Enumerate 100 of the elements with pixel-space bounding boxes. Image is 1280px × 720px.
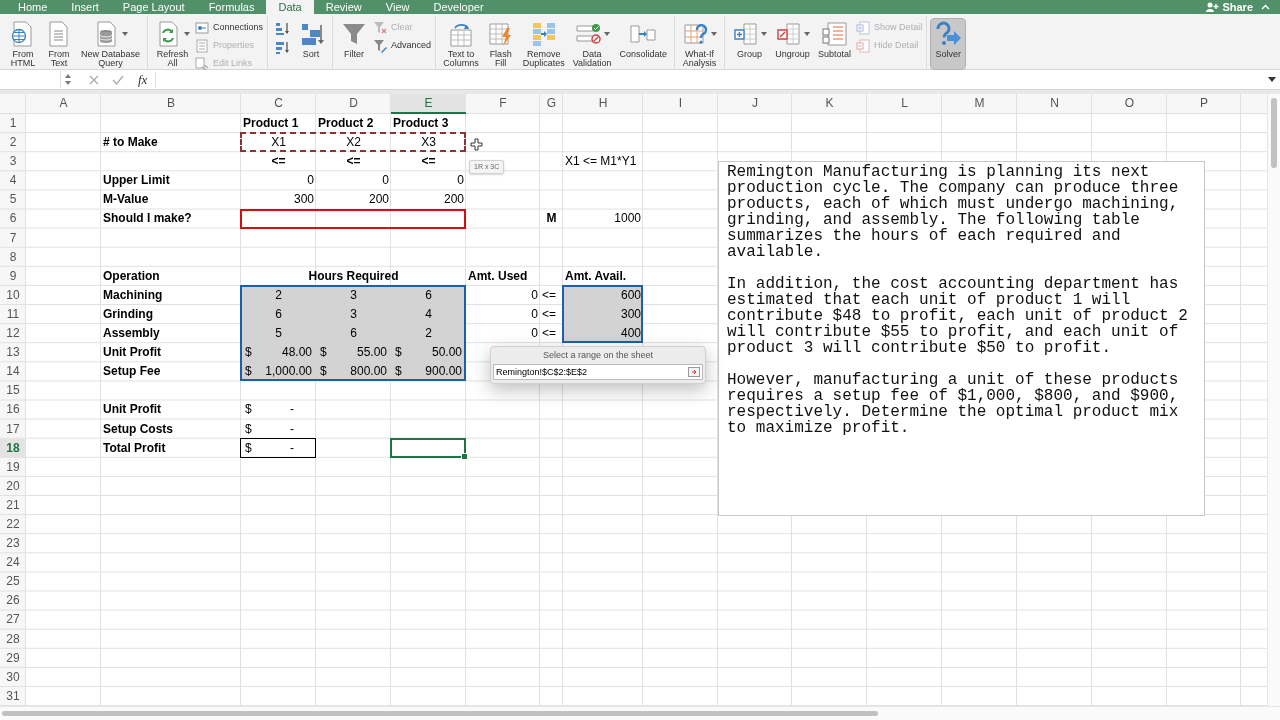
row-header[interactable]: 12 (0, 324, 26, 344)
sort-ascending-icon (275, 21, 290, 35)
row-header[interactable]: 2 (0, 133, 26, 153)
row-header[interactable]: 30 (0, 667, 26, 687)
ribbon-button[interactable]: Data Validation (569, 19, 615, 70)
row-header[interactable]: 15 (0, 381, 26, 401)
column-header[interactable]: I (643, 94, 718, 114)
ribbon-tab[interactable]: Page Layout (110, 0, 197, 14)
ribbon-tab[interactable]: Insert (59, 0, 111, 14)
column-header[interactable]: J (718, 94, 792, 114)
row-label: Grinding (102, 305, 154, 323)
paragraph: However, manufacturing a unit of these products requires a setup fee of $1,000, $800, and $900, respectively. Determine the optimal product mix to maximize profit. (727, 372, 1180, 436)
share-button[interactable]: Share (1200, 0, 1261, 14)
row-header[interactable]: 23 (0, 534, 26, 554)
ribbon-button[interactable]: Filter (337, 19, 372, 61)
row-header[interactable]: 4 (0, 171, 26, 191)
ribbon-tab[interactable]: Data (266, 0, 314, 14)
vertical-scrollbar[interactable] (1267, 94, 1280, 706)
range-field[interactable]: Remington!$C$2:$E$2 (493, 364, 703, 380)
column-header[interactable]: P (1167, 94, 1241, 114)
row-header[interactable]: 9 (0, 266, 26, 286)
ribbon-button[interactable]: From Text (42, 19, 76, 70)
row-header[interactable]: 31 (0, 686, 26, 706)
column-header[interactable]: C (241, 94, 316, 114)
ribbon-button[interactable]: Remove Duplicates (519, 19, 568, 70)
ribbon-button[interactable]: Solver (931, 19, 966, 69)
ribbon-button[interactable]: Sort (294, 19, 329, 61)
row-header[interactable]: 7 (0, 228, 26, 248)
row-label: # to Make (102, 134, 159, 152)
ribbon-button[interactable]: Subtotal (815, 19, 855, 61)
row-label: Upper Limit (102, 172, 171, 190)
cell-value: 200 (367, 191, 390, 209)
horizontal-scrollbar[interactable] (0, 706, 1280, 720)
row-header[interactable]: 29 (0, 648, 26, 668)
ribbon-tab[interactable]: View (373, 0, 422, 14)
column-header[interactable]: F (466, 94, 540, 114)
move-cursor-icon (470, 138, 483, 151)
cell-value: 48.00 (281, 344, 312, 362)
row-header[interactable]: 18 (0, 438, 26, 458)
ribbon-button[interactable]: New Database Query (78, 19, 144, 70)
row-header[interactable]: 8 (0, 247, 26, 267)
currency-symbol: $ (245, 401, 252, 419)
solver-icon (934, 20, 963, 48)
row-header[interactable]: 26 (0, 591, 26, 611)
column-header[interactable]: A (26, 94, 101, 114)
column-header[interactable]: M (942, 94, 1017, 114)
column-header[interactable]: G (540, 94, 563, 114)
advanced-filter-icon (373, 38, 388, 53)
column-header[interactable]: B (101, 94, 241, 114)
column-header[interactable]: D (316, 94, 391, 114)
row-header[interactable]: 11 (0, 304, 26, 325)
currency-symbol: $ (320, 363, 327, 381)
row-header[interactable]: 21 (0, 495, 26, 515)
ribbon-button[interactable]: Text to Columns (440, 19, 482, 70)
row-header[interactable]: 17 (0, 419, 26, 439)
row-header[interactable]: 27 (0, 610, 26, 630)
collapse-ribbon-icon[interactable] (1261, 4, 1270, 10)
row-header[interactable]: 22 (0, 514, 26, 535)
row-header[interactable]: 19 (0, 457, 26, 477)
row-header[interactable]: 24 (0, 553, 26, 573)
column-header[interactable]: K (792, 94, 867, 114)
row-header[interactable]: 3 (0, 152, 26, 172)
ribbon-tab[interactable]: Developer (421, 0, 496, 14)
ribbon-button[interactable]: From HTML (6, 19, 40, 70)
ribbon-button[interactable]: Group (729, 19, 771, 61)
cell-value: 0 (530, 286, 539, 304)
row-label: Amt. Used (467, 267, 529, 285)
row-header[interactable]: 14 (0, 362, 26, 382)
expand-formula-bar-icon[interactable] (1268, 77, 1276, 82)
column-header[interactable]: N (1017, 94, 1092, 114)
ribbon-button[interactable]: Consolidate (616, 19, 671, 61)
text-box[interactable] (718, 161, 1205, 516)
row-header[interactable]: 16 (0, 400, 26, 420)
cell-value: 200 (442, 191, 465, 209)
collapse-dialog-icon[interactable] (688, 367, 700, 377)
ribbon-button[interactable]: Advanced (373, 39, 432, 52)
row-header[interactable]: 25 (0, 572, 26, 592)
row-label: Amt. Avail. (564, 267, 628, 285)
row-header[interactable]: 10 (0, 285, 26, 305)
person-add-icon (1206, 2, 1220, 12)
ribbon-button[interactable]: Ungroup (772, 19, 814, 61)
row-header[interactable]: 28 (0, 629, 26, 649)
ribbon-tab[interactable]: Formulas (196, 0, 267, 14)
row-header[interactable]: 20 (0, 476, 26, 496)
ribbon-tab[interactable]: Home (6, 0, 60, 14)
ribbon-tab[interactable]: Review (313, 0, 374, 14)
ribbon-button[interactable]: What-If Analysis (679, 19, 721, 70)
row-header[interactable]: 6 (0, 209, 26, 229)
ribbon-button[interactable]: Flash Fill (483, 19, 518, 70)
ribbon-button[interactable]: Connections (195, 21, 264, 34)
row-header[interactable]: 13 (0, 343, 26, 363)
column-header[interactable]: O (1092, 94, 1167, 114)
row-header[interactable]: 1 (0, 114, 26, 134)
row-header[interactable]: 5 (0, 190, 26, 210)
currency-symbol: $ (245, 363, 252, 381)
column-header[interactable]: H (563, 94, 643, 114)
ribbon-button[interactable]: Refresh All (152, 19, 194, 70)
column-header[interactable]: E (391, 94, 466, 114)
column-header[interactable]: L (867, 94, 942, 114)
stepper-icon[interactable] (65, 74, 71, 85)
